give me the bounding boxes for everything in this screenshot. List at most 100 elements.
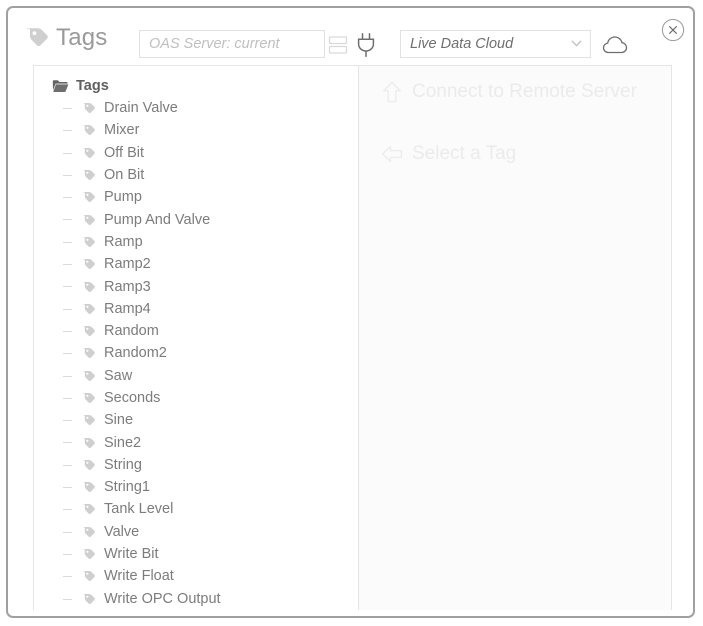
data-source-select-wrapper: Live Data Cloud [400,30,591,58]
tree-root-tags[interactable]: Tags [34,75,358,97]
tree-item-label: Pump [104,189,142,206]
tree-connector [63,442,72,444]
tree-item[interactable]: String [34,454,358,476]
tag-icon [23,25,49,49]
tree-connector [63,397,72,399]
tree-connector [63,330,72,332]
page-title: Tags [56,24,108,51]
tree-item[interactable]: Sine [34,409,358,431]
tree-connector [63,487,72,489]
tree-item-label: Mixer [104,122,140,139]
tree-connector [63,152,72,154]
tree-connector [63,598,72,600]
tree-item[interactable]: Write Bit [34,543,358,565]
tag-tree: Tags Drain Valve Mixer Off Bit On Bit Pump Pu… [34,66,358,610]
tag-icon [81,569,96,583]
tree-item[interactable]: Ramp2 [34,253,358,275]
tree-item-label: Pump And Valve [104,211,211,228]
tag-icon [81,101,96,115]
tree-item[interactable]: Random [34,320,358,342]
tag-icon [81,458,96,472]
tag-icon [81,391,96,405]
tree-item-label: Write Float [104,568,174,585]
tree-item[interactable]: Write OPC Output [34,588,358,610]
tree-item[interactable]: On Bit [34,164,358,186]
tree-item[interactable]: Sine2 [34,431,358,453]
plug-icon[interactable] [355,32,377,58]
tags-window: Tags Live Data Cloud [6,6,695,618]
tree-item-label: Sine [104,412,134,429]
tree-item-label: Ramp3 [104,278,151,295]
tree-item[interactable]: Tank Level [34,498,358,520]
tree-item[interactable]: Write Float [34,565,358,587]
tag-detail-panel: Connect to Remote Server Select a Tag [359,66,671,610]
close-circle-icon [661,18,685,42]
tree-connector [63,174,72,176]
tree-item[interactable]: Ramp4 [34,298,358,320]
server-stack-icon[interactable] [328,34,348,56]
tag-icon [81,346,96,360]
tree-connector [63,264,72,266]
tree-item-label: Off Bit [104,144,145,161]
tree-item-label: Sine2 [104,434,142,451]
tree-item[interactable]: String1 [34,476,358,498]
tag-icon [81,502,96,516]
data-source-select[interactable]: Live Data Cloud [400,30,591,58]
window-header: Tags Live Data Cloud [8,8,693,59]
tree-item[interactable]: Saw [34,365,358,387]
tree-item-label: Random [104,323,159,340]
tree-item[interactable]: Mixer [34,119,358,141]
tag-icon [81,525,96,539]
tree-children: Drain Valve Mixer Off Bit On Bit Pump Pump An… [34,97,358,610]
tree-item-label: String [104,456,142,473]
tag-icon [81,123,96,137]
tree-item[interactable]: Pump And Valve [34,208,358,230]
tree-connector [63,553,72,555]
tree-item-label: Ramp4 [104,300,151,317]
tree-item-label: Write Bit [104,546,159,563]
tree-item[interactable]: Seconds [34,387,358,409]
tree-connector [63,420,72,422]
tree-item-label: String1 [104,479,150,496]
folder-icon [52,79,69,93]
tree-item[interactable]: Pump [34,186,358,208]
tree-item[interactable]: Random2 [34,342,358,364]
tree-connector [63,308,72,310]
server-input[interactable] [139,30,325,58]
tree-connector [63,241,72,243]
tag-icon [81,146,96,160]
tree-connector [63,219,72,221]
tree-root-label: Tags [76,78,109,94]
tag-icon [81,547,96,561]
tree-item[interactable]: Ramp [34,231,358,253]
tree-connector [63,464,72,466]
tag-icon [81,324,96,338]
tree-connector [63,197,72,199]
tag-icon [81,436,96,450]
tree-item-label: Random2 [104,345,167,362]
tree-item-label: On Bit [104,167,145,184]
tree-connector [63,108,72,109]
cloud-icon[interactable] [602,33,628,57]
tree-item-label: Ramp [104,233,143,250]
tag-icon [81,413,96,427]
tree-item[interactable]: Off Bit [34,142,358,164]
tree-connector [63,375,72,377]
tag-icon [81,592,96,606]
tag-icon [81,235,96,249]
tag-icon [81,369,96,383]
tag-icon [81,302,96,316]
close-button[interactable] [661,18,685,42]
tree-item-label: Saw [104,367,133,384]
tag-tree-panel[interactable]: Tags Drain Valve Mixer Off Bit On Bit Pump Pu… [34,66,359,610]
arrow-up-icon [381,80,403,104]
tag-icon [81,190,96,204]
select-tag-hint: Select a Tag [381,142,516,166]
tree-item[interactable]: Valve [34,521,358,543]
tree-item[interactable]: Ramp3 [34,275,358,297]
tree-item[interactable]: Drain Valve [34,97,358,119]
tag-icon [81,213,96,227]
select-tag-label: Select a Tag [412,143,517,164]
tree-item-label: Seconds [104,390,161,406]
connect-remote-server-label: Connect to Remote Server [412,81,637,102]
